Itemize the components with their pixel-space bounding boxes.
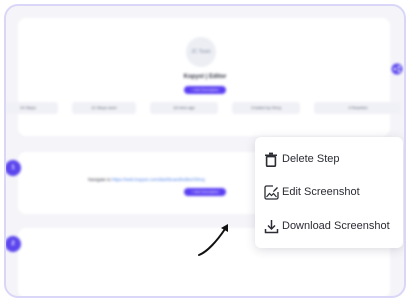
step-description: Navigate to https://web.kopyst.com/dashb… [88,177,205,182]
menu-item-label: Edit Screenshot [282,186,360,198]
menu-item-label: Delete Step [282,153,340,165]
step-number-badge: 2 [6,236,21,252]
stats-bar: 24 Steps 12 Steps seen 18 mins ago Creat… [6,102,404,116]
stat-steps-seen: 12 Steps seen [72,102,136,114]
page-title: Kopyst | Editor [183,74,227,80]
stat-updated: 18 mins ago [150,102,218,114]
trash-icon [263,151,279,167]
download-icon [263,218,279,234]
step-add-description-button[interactable]: + Add Description [184,188,226,196]
stat-reactions: 0 Reaction [314,102,402,114]
add-description-button[interactable]: + Add Description [184,86,226,94]
step-url-link[interactable]: https://web.kopyst.com/dashboard/editor/… [112,177,205,182]
stat-steps: 24 Steps [6,102,58,114]
edit-screenshot-menu-item[interactable]: Edit Screenshot [255,178,403,206]
team-avatar: JC Team [186,37,216,67]
download-screenshot-menu-item[interactable]: Download Screenshot [255,212,403,240]
context-menu: Delete Step Edit Screenshot Download Scr… [255,137,403,248]
stat-creator: Created by Shruj [232,102,300,114]
image-edit-icon [263,184,279,200]
pointer-arrow-icon [198,224,228,256]
delete-step-menu-item[interactable]: Delete Step [255,145,403,173]
menu-item-label: Download Screenshot [282,220,390,232]
step-number-badge: 1 [6,160,21,176]
share-icon[interactable] [390,62,404,76]
step-action-text: Navigate to [88,177,111,182]
